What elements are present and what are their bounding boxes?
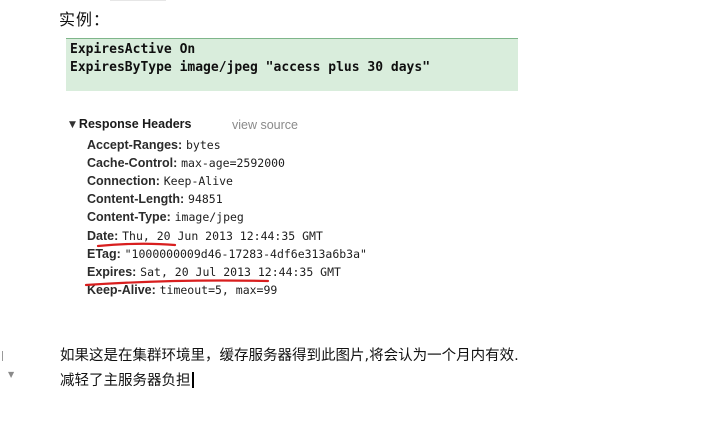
- response-headers-toggle[interactable]: ▼ Response Headers: [69, 117, 191, 132]
- header-value: max-age=2592000: [181, 156, 285, 170]
- margin-marker: [2, 351, 3, 361]
- note-line-2-text: 减轻了主服务器负担: [60, 373, 191, 389]
- header-key: Cache-Control:: [87, 156, 178, 170]
- header-row-cache-control: Cache-Control: max-age=2592000: [87, 156, 285, 174]
- example-heading: 实例：: [59, 10, 111, 29]
- header-value: Thu, 20 Jun 2013 12:44:35 GMT: [122, 229, 323, 243]
- code-line-2: ExpiresByType image/jpeg "access plus 30…: [70, 60, 431, 75]
- note-line-2[interactable]: 减轻了主服务器负担: [60, 369, 194, 390]
- margin-arrow-icon: ▼: [8, 370, 15, 379]
- code-block: ExpiresActive On ExpiresByType image/jpe…: [66, 38, 518, 91]
- header-row-date: Date: Thu, 20 Jun 2013 12:44:35 GMT: [87, 229, 323, 247]
- top-divider: [110, 0, 166, 1]
- header-value: 94851: [188, 192, 223, 206]
- header-key: Date:: [87, 229, 119, 243]
- header-row-keep-alive: Keep-Alive: timeout=5, max=99: [87, 283, 277, 301]
- header-value: Sat, 20 Jul 2013 12:44:35 GMT: [140, 265, 341, 279]
- header-row-accept-ranges: Accept-Ranges: bytes: [87, 138, 221, 156]
- header-key: Expires:: [87, 265, 137, 279]
- text-cursor: [191, 372, 194, 388]
- header-key: Keep-Alive:: [87, 283, 156, 297]
- view-source-link[interactable]: view source: [232, 118, 298, 132]
- header-value: bytes: [186, 138, 221, 152]
- header-key: Connection:: [87, 174, 160, 188]
- header-row-expires: Expires: Sat, 20 Jul 2013 12:44:35 GMT: [87, 265, 341, 283]
- response-headers-title: Response Headers: [78, 117, 192, 131]
- header-key: Accept-Ranges:: [87, 138, 183, 152]
- note-line-1: 如果这是在集群环境里，缓存服务器得到此图片,将会认为一个月内有效.: [60, 348, 519, 364]
- header-row-content-type: Content-Type: image/jpeg: [87, 210, 244, 228]
- header-row-etag: ETag: "1000000009d46-17283-4df6e313a6b3a…: [87, 247, 367, 265]
- code-line-1: ExpiresActive On: [70, 42, 196, 57]
- header-row-connection: Connection: Keep-Alive: [87, 174, 233, 192]
- header-value: image/jpeg: [174, 210, 244, 224]
- header-row-content-length: Content-Length: 94851: [87, 192, 223, 210]
- header-key: Content-Length:: [87, 192, 185, 206]
- disclosure-triangle-icon: ▼: [69, 120, 76, 130]
- header-value: Keep-Alive: [163, 174, 233, 188]
- header-key: Content-Type:: [87, 210, 171, 224]
- header-key: ETag:: [87, 247, 121, 261]
- header-value: "1000000009d46-17283-4df6e313a6b3a": [124, 247, 367, 261]
- header-value: timeout=5, max=99: [159, 283, 278, 297]
